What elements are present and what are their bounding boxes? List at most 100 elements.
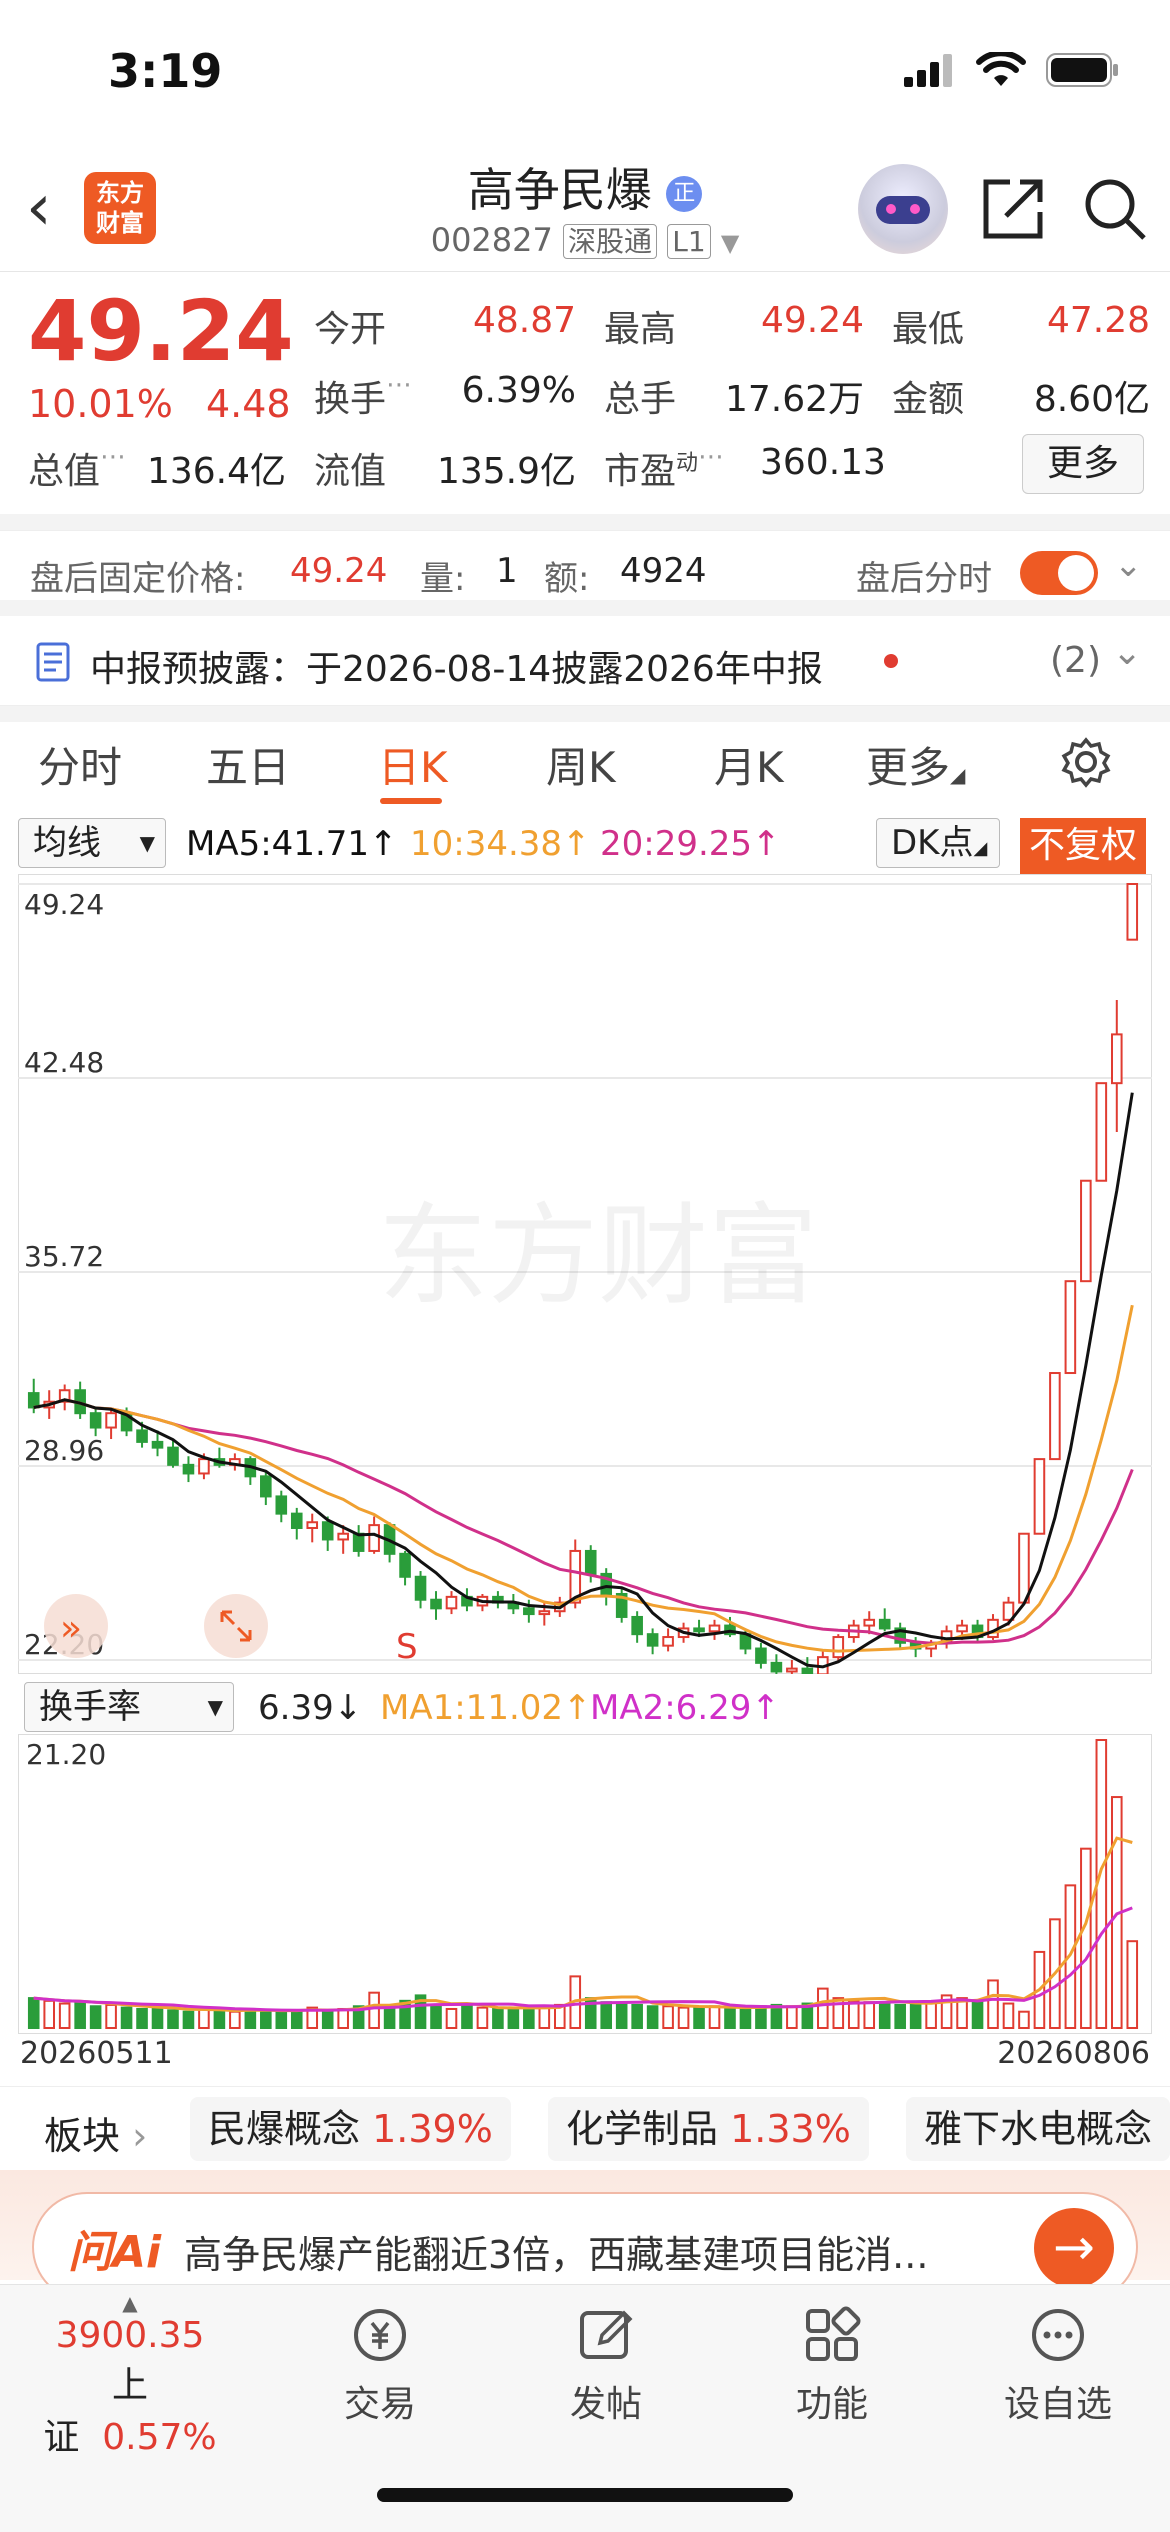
turnover-bar	[817, 1987, 829, 2029]
status-icons	[904, 52, 1120, 88]
candle-body	[801, 1667, 814, 1674]
turnover-bar	[739, 2007, 752, 2030]
settings-gear-icon[interactable]	[1060, 736, 1112, 788]
info-icon[interactable]: ⋯	[100, 442, 126, 472]
after-hours-toggle[interactable]	[1020, 551, 1098, 595]
turnover-bar	[476, 2006, 489, 2030]
adjust-mode-button[interactable]: 不复权	[1020, 818, 1146, 874]
turnover-bar	[786, 2005, 798, 2030]
candle-body	[1049, 1372, 1061, 1461]
turnover-bar	[971, 1999, 984, 2030]
ma-type-dropdown[interactable]: 均线 ▼	[18, 818, 166, 868]
y-tick-label: 21.20	[26, 1738, 106, 1771]
nav-features[interactable]: 功能	[752, 2303, 912, 2427]
candle-body	[786, 1667, 798, 1673]
kline-chart[interactable]: 东方财富 49.2442.4835.7228.9622.20 S »	[18, 874, 1152, 1674]
subchart-type-dropdown[interactable]: 换手率 ▼	[24, 1682, 234, 1732]
turnover-bar	[383, 2006, 396, 2030]
info-icon[interactable]: ⋯	[386, 370, 412, 400]
float-label: 流值	[314, 451, 387, 492]
collapse-arrows-icon[interactable]: »	[44, 1594, 108, 1658]
candle-body	[523, 1607, 535, 1616]
sell-marker[interactable]: S	[396, 1627, 418, 1667]
candle-body	[1033, 1458, 1046, 1535]
disclosure-count: (2)	[1050, 640, 1101, 681]
turnover-bar	[987, 1979, 999, 2030]
chevron-down-icon[interactable]: ⌄	[1114, 545, 1143, 585]
tab-more[interactable]: 更多◢	[866, 734, 965, 795]
nav-add-watchlist[interactable]: 设自选	[978, 2303, 1138, 2427]
level-tag: L1	[667, 224, 711, 259]
nav-post[interactable]: 发帖	[526, 2303, 686, 2427]
candle-body	[182, 1463, 195, 1475]
candle-body	[275, 1495, 288, 1515]
candle-body	[445, 1595, 458, 1610]
turnover-bar	[198, 2007, 210, 2030]
candle-body	[136, 1429, 148, 1443]
trade-yen-icon	[354, 2309, 406, 2361]
turnover-bar	[461, 2005, 473, 2030]
turnover-bar	[708, 2005, 721, 2030]
candle-body	[538, 1610, 551, 1616]
y-tick-label: 42.48	[24, 1046, 104, 1079]
turnover-bar	[445, 2007, 458, 2030]
sector-label[interactable]: 板块 ›	[44, 2105, 147, 2160]
tab-5day[interactable]: 五日	[206, 734, 290, 795]
turnover-bar	[863, 2001, 876, 2030]
candle-body	[956, 1624, 968, 1633]
turnover-value: 6.39%	[461, 370, 576, 411]
candle-body	[368, 1524, 380, 1552]
arrow-right-icon[interactable]: →	[1034, 2208, 1114, 2288]
share-icon[interactable]	[980, 176, 1046, 242]
after-hours-amt-label: 额:	[544, 559, 590, 599]
turnover-bar	[1126, 1940, 1139, 2030]
open-label: 今开	[314, 309, 387, 350]
x-end-date: 20260806	[997, 2036, 1150, 2071]
chevron-down-icon: ⌄	[1112, 632, 1143, 673]
candle-body	[27, 1392, 40, 1409]
sector-chip[interactable]: 雅下水电概念	[906, 2097, 1170, 2161]
index-ticker[interactable]: ▲ 3900.35 上证 0.57%	[40, 2291, 220, 2460]
turnover-bar	[430, 2005, 442, 2030]
mktcap-label: 总值⋯	[28, 442, 127, 492]
ai-robot-avatar[interactable]	[858, 164, 948, 254]
turnover-bar	[74, 2001, 86, 2030]
candle-body	[1064, 1280, 1077, 1375]
tab-monthly-k[interactable]: 月K	[714, 734, 784, 795]
sector-chip[interactable]: 民爆概念 1.39%	[190, 2097, 511, 2161]
ma10-value: 10:34.38↑	[410, 824, 591, 864]
turnover-bar	[337, 2007, 349, 2030]
candle-body	[430, 1598, 442, 1610]
expand-fullscreen-icon[interactable]	[204, 1594, 268, 1658]
turnover-bar	[213, 2009, 226, 2030]
tab-timeshare[interactable]: 分时	[38, 734, 122, 795]
more-button[interactable]: 更多	[1022, 434, 1144, 494]
candle-body	[646, 1633, 659, 1647]
connect-tag: 深股通	[563, 224, 658, 259]
caret-up-icon: ▲	[122, 2291, 138, 2315]
turnover-bar	[120, 2006, 133, 2030]
turnover-bar	[600, 2001, 613, 2030]
sector-chip[interactable]: 化学制品 1.33%	[548, 2097, 869, 2161]
change-amount: 4.48	[206, 382, 291, 426]
disclosure-row[interactable]: 中报预披露：于2026-08-14披露2026年中报 (2) ⌄	[0, 616, 1170, 706]
turnover-bar	[878, 2001, 891, 2030]
dk-point-dropdown[interactable]: DK点◢	[876, 818, 1000, 868]
nav-label: 交易	[343, 2384, 416, 2425]
tab-daily-k[interactable]: 日K	[378, 734, 448, 795]
turnover-bar	[724, 2006, 736, 2030]
document-icon	[36, 642, 70, 682]
high-value: 49.24	[760, 300, 864, 341]
candle-body	[306, 1521, 319, 1529]
info-icon[interactable]: ⋯	[698, 442, 724, 472]
turnover-chart[interactable]: 21.20	[18, 1734, 1152, 2034]
turnover-bar	[677, 2006, 690, 2030]
turnover-bar	[507, 2006, 520, 2030]
nav-trade[interactable]: 交易	[300, 2303, 460, 2427]
search-icon[interactable]	[1082, 176, 1148, 242]
tab-weekly-k[interactable]: 周K	[546, 734, 616, 795]
after-hours-price: 49.24	[290, 551, 388, 591]
stock-code: 002827	[430, 221, 553, 259]
turnover-bar	[368, 1991, 380, 2030]
turnover-bar	[229, 2010, 241, 2030]
